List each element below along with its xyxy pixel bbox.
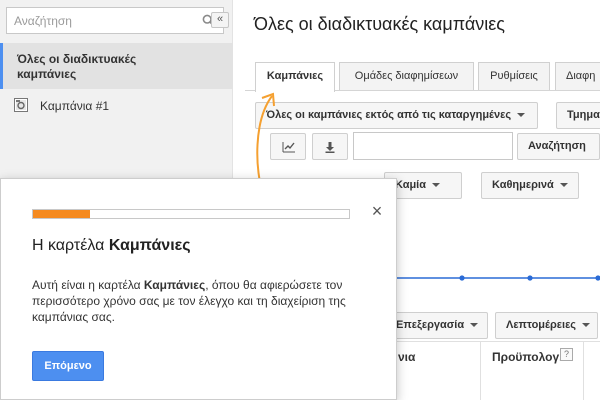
- progress-fill: [33, 210, 90, 218]
- tab-ad-groups[interactable]: Ομάδες διαφημίσεων: [339, 62, 474, 90]
- download-button[interactable]: [312, 133, 348, 160]
- sidebar-search-box: [6, 7, 224, 34]
- details-dropdown[interactable]: Λεπτομέρειες: [495, 312, 598, 339]
- edit-dropdown[interactable]: Επεξεργασία: [385, 312, 488, 339]
- collapse-sidebar-button[interactable]: «: [211, 12, 229, 28]
- segment-dropdown[interactable]: Τμημα: [556, 102, 600, 129]
- sidebar-search-input[interactable]: [7, 8, 197, 33]
- help-icon[interactable]: ?: [560, 348, 573, 361]
- sidebar-item-label: Καμπάνια #1: [40, 99, 110, 113]
- popup-body-text: Αυτή είναι η καρτέλα: [32, 278, 144, 292]
- dropdown-label: Όλες οι καμπάνιες εκτός από τις καταργημ…: [266, 109, 512, 121]
- sidebar-item-campaign[interactable]: Καμπάνια #1: [0, 95, 233, 117]
- popup-title: Η καρτέλα Καμπάνιες: [32, 237, 191, 255]
- column-divider: [480, 341, 481, 400]
- page-title: Όλες οι διαδικτυακές καμπάνιες: [254, 14, 505, 34]
- column-header-campaign[interactable]: νια: [398, 350, 415, 364]
- search-button[interactable]: Αναζήτηση: [517, 133, 600, 160]
- chevron-down-icon: [432, 183, 441, 188]
- progress-bar: [32, 209, 350, 219]
- chevron-down-icon: [470, 323, 479, 328]
- download-icon: [325, 142, 335, 153]
- dropdown-label: Λεπτομέρειες: [506, 319, 577, 331]
- next-button[interactable]: Επόμενο: [32, 351, 104, 381]
- campaign-icon: [14, 98, 28, 112]
- popup-title-prefix: Η καρτέλα: [32, 237, 109, 254]
- tab-settings[interactable]: Ρυθμίσεις: [478, 62, 550, 90]
- dropdown-label: Επεξεργασία: [396, 319, 465, 331]
- tutorial-popup: × Η καρτέλα Καμπάνιες Αυτή είναι η καρτέ…: [0, 178, 397, 400]
- popup-body: Αυτή είναι η καρτέλα Καμπάνιες, όπου θα …: [32, 277, 377, 325]
- table-header-divider: [380, 341, 600, 342]
- close-icon[interactable]: ×: [369, 202, 385, 220]
- chevron-down-icon: [559, 183, 568, 188]
- column-divider: [583, 341, 584, 400]
- sidebar-item-all-campaigns[interactable]: Όλες οι διαδικτυακές καμπάνιες: [0, 43, 233, 89]
- dropdown-label: Καμία: [395, 179, 427, 191]
- chevron-down-icon: [582, 323, 591, 328]
- sidebar-item-label: Όλες οι διαδικτυακές καμπάνιες: [17, 52, 137, 81]
- popup-body-bold: Καμπάνιες: [143, 278, 206, 292]
- column-header-budget[interactable]: Προϋπολογ.: [492, 350, 562, 364]
- table-search-input[interactable]: [353, 132, 513, 160]
- period-dropdown[interactable]: Καθημερινά: [481, 172, 579, 199]
- dropdown-label: Καθημερινά: [492, 179, 554, 191]
- chevron-down-icon: [517, 113, 526, 118]
- dropdown-label: Τμημα: [567, 109, 600, 121]
- popup-title-bold: Καμπάνιες: [108, 237, 191, 254]
- tab-ads[interactable]: Διαφη: [555, 62, 600, 90]
